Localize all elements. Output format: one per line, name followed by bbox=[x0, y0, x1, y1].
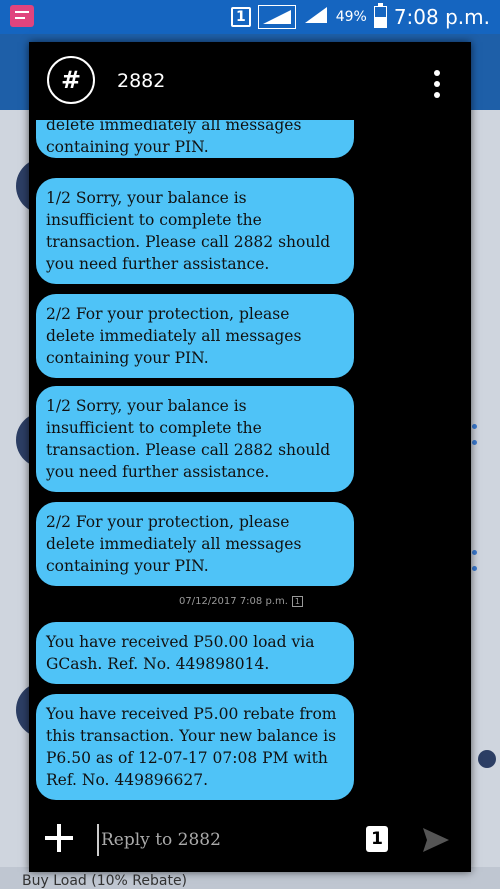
message-line: containing your PIN. bbox=[46, 557, 209, 575]
message-line: this transaction. Your new balance is bbox=[46, 727, 337, 745]
message-line: You have received P5.00 rebate from bbox=[46, 705, 337, 723]
conversation-dialog: # 2882 delete immediately all messages c… bbox=[29, 42, 471, 872]
message-bubble[interactable]: delete immediately all messages containi… bbox=[36, 120, 354, 158]
message-line: 1/2 Sorry, your balance is bbox=[46, 189, 247, 207]
clock: 7:08 p.m. bbox=[393, 5, 490, 29]
sim-select-button[interactable]: 1 bbox=[366, 826, 388, 852]
background-chip bbox=[478, 750, 496, 768]
status-bar: 1 49% 7:08 p.m. bbox=[0, 0, 500, 34]
message-line: delete immediately all messages bbox=[46, 327, 302, 345]
background-dot bbox=[472, 440, 477, 445]
message-bubble[interactable]: You have received P5.00 rebate from this… bbox=[36, 694, 354, 800]
reply-input[interactable] bbox=[97, 824, 353, 856]
conversation-header: # 2882 bbox=[29, 42, 471, 120]
message-timestamp: 07/12/2017 7:08 p.m. 1 bbox=[179, 596, 303, 607]
message-bubble[interactable]: You have received P50.00 load via GCash.… bbox=[36, 622, 354, 684]
message-line: Ref. No. 449896627. bbox=[46, 771, 209, 789]
message-line: 2/2 For your protection, please bbox=[46, 513, 290, 531]
notification-message-icon bbox=[10, 5, 34, 27]
timestamp-text: 07/12/2017 7:08 p.m. bbox=[179, 596, 288, 607]
message-line: containing your PIN. bbox=[46, 138, 209, 156]
sim-icon: 1 bbox=[291, 596, 303, 607]
send-icon[interactable] bbox=[421, 826, 451, 854]
message-bubble[interactable]: 1/2 Sorry, your balance is insufficient … bbox=[36, 386, 354, 492]
message-line: transaction. Please call 2882 should bbox=[46, 233, 331, 251]
status-icons: 1 49% 7:08 p.m. bbox=[230, 0, 490, 34]
conversation-title: 2882 bbox=[117, 70, 166, 92]
message-composer: 1 bbox=[29, 810, 471, 872]
battery-icon bbox=[373, 3, 387, 28]
message-line: GCash. Ref. No. 449898014. bbox=[46, 655, 270, 673]
message-line: You have received P50.00 load via bbox=[46, 633, 315, 651]
message-line: you need further assistance. bbox=[46, 463, 270, 481]
message-line: delete immediately all messages bbox=[46, 535, 302, 553]
attach-plus-icon[interactable] bbox=[45, 824, 73, 852]
message-line: insufficient to complete the bbox=[46, 419, 262, 437]
message-bubble[interactable]: 1/2 Sorry, your balance is insufficient … bbox=[36, 178, 354, 284]
message-bubble[interactable]: 2/2 For your protection, please delete i… bbox=[36, 502, 354, 586]
message-line: delete immediately all messages bbox=[46, 120, 302, 134]
background-dot bbox=[472, 550, 477, 555]
message-bubble[interactable]: 2/2 For your protection, please delete i… bbox=[36, 294, 354, 378]
sim-indicator: 1 bbox=[230, 7, 251, 27]
battery-percent: 49% bbox=[335, 9, 367, 25]
signal-icon-2 bbox=[303, 5, 329, 30]
message-line: P6.50 as of 12-07-17 07:08 PM with bbox=[46, 749, 328, 767]
background-dot bbox=[472, 424, 477, 429]
message-list[interactable]: delete immediately all messages containi… bbox=[29, 120, 471, 810]
message-line: 1/2 Sorry, your balance is bbox=[46, 397, 247, 415]
message-line: containing your PIN. bbox=[46, 349, 209, 367]
signal-icon bbox=[257, 5, 296, 29]
message-line: insufficient to complete the bbox=[46, 211, 262, 229]
message-line: transaction. Please call 2882 should bbox=[46, 441, 331, 459]
message-line: you need further assistance. bbox=[46, 255, 270, 273]
more-options-icon[interactable] bbox=[431, 70, 443, 98]
message-line: 2/2 For your protection, please bbox=[46, 305, 290, 323]
contact-avatar[interactable]: # bbox=[47, 56, 95, 104]
background-bottom-label: Buy Load (10% Rebate) bbox=[22, 873, 188, 889]
background-dot bbox=[472, 566, 477, 571]
